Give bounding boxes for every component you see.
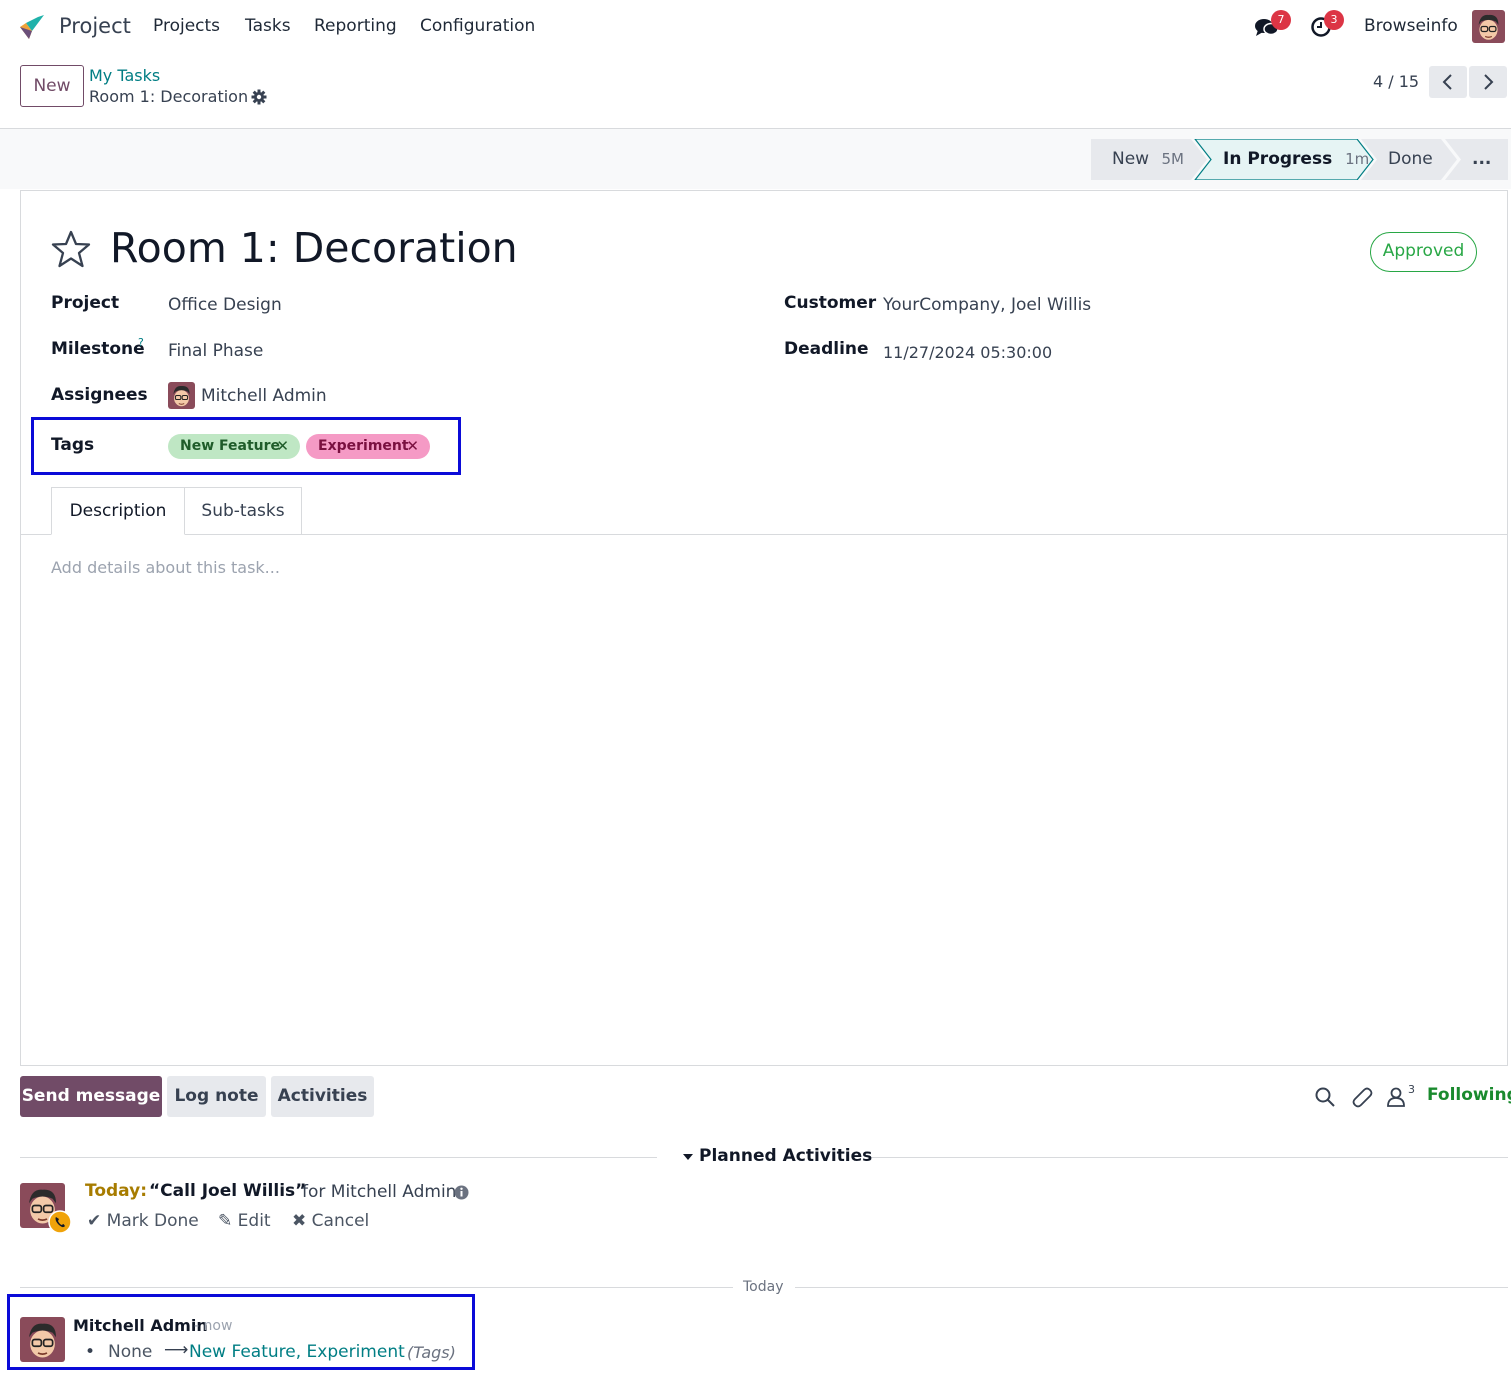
activities-badge: 3 [1324,10,1344,30]
stage-in-progress[interactable]: In Progress 1m [1223,139,1369,180]
search-icon[interactable] [1314,1086,1336,1108]
edit-label: Edit [237,1211,271,1231]
send-message-button[interactable]: Send message [20,1076,162,1117]
milestone-field[interactable]: Final Phase [168,341,263,361]
breadcrumb-my-tasks[interactable]: My Tasks [89,66,160,85]
log-note-button[interactable]: Log note [167,1076,266,1117]
app-title[interactable]: Project [59,14,131,38]
mark-done-button[interactable]: ✔ Mark Done [87,1211,199,1231]
assignees-label: Assignees [51,385,148,405]
close-icon: ✖ [292,1211,307,1231]
planned-activities-header[interactable]: Planned Activities [699,1146,872,1166]
milestone-label: Milestone [51,339,145,359]
cancel-activity-button[interactable]: ✖ Cancel [292,1211,369,1231]
followers-count: 3 [1408,1083,1415,1096]
cancel-label: Cancel [311,1211,370,1231]
assignee-avatar [168,382,195,409]
user-avatar[interactable] [1472,10,1505,43]
phone-icon [48,1210,72,1234]
new-record-button[interactable]: New [20,65,84,107]
project-field[interactable]: Office Design [168,295,282,315]
task-title[interactable]: Room 1: Decoration [110,224,518,272]
info-icon[interactable] [454,1185,469,1200]
activity-assignee: for Mitchell Admin [302,1182,457,1202]
control-panel: New My Tasks Room 1: Decoration 4 / 15 [0,54,1511,129]
chevron-right-icon [1484,74,1494,90]
tabs-divider [21,534,1507,535]
following-button[interactable]: Following [1427,1085,1511,1105]
assignee-name[interactable]: Mitchell Admin [201,386,327,406]
pager-value[interactable]: 4 / 15 [1373,72,1419,91]
description-editor[interactable]: Add details about this task... [51,558,280,577]
messages-badge: 7 [1271,10,1291,30]
date-separator-right [795,1287,1508,1288]
pencil-icon: ✎ [218,1211,233,1231]
stage-done[interactable]: Done [1388,139,1433,180]
menu-configuration[interactable]: Configuration [420,16,535,36]
menu-reporting[interactable]: Reporting [314,16,397,36]
customer-label: Customer [784,293,877,313]
activities-button[interactable]: Activities [271,1076,374,1117]
tab-description[interactable]: Description [51,487,185,535]
gear-icon[interactable] [251,89,267,105]
paperclip-icon[interactable] [1350,1085,1374,1109]
stage-more-button[interactable]: ... [1472,139,1491,180]
tags-highlight-box [31,417,461,475]
milestone-help-icon[interactable]: ? [138,336,144,349]
date-separator: Today [743,1279,784,1295]
activity-due-label: Today: [85,1181,148,1201]
check-icon: ✔ [87,1211,102,1231]
menu-tasks[interactable]: Tasks [245,16,291,36]
pager-previous-button[interactable] [1429,66,1467,98]
mark-done-label: Mark Done [106,1211,199,1231]
stage-in-progress-label: In Progress [1223,149,1333,169]
project-app-icon[interactable] [18,13,48,41]
stage-new[interactable]: New 5M [1112,139,1184,180]
planned-separator-left [20,1157,657,1158]
stage-new-time: 5M [1161,150,1185,168]
pager-next-button[interactable] [1469,66,1507,98]
message-highlight-box [7,1294,475,1370]
activity-summary: “Call Joel Willis” [149,1181,307,1201]
stage-new-label: New [1112,149,1150,169]
stage-in-progress-time: 1m [1345,150,1370,168]
project-label: Project [51,293,120,313]
customer-field[interactable]: YourCompany, Joel Willis [883,295,1091,315]
tab-sub-tasks[interactable]: Sub-tasks [185,487,302,534]
approved-state-badge[interactable]: Approved [1370,232,1477,272]
breadcrumb-current: Room 1: Decoration [89,87,249,106]
edit-activity-button[interactable]: ✎ Edit [218,1211,271,1231]
star-icon[interactable] [51,229,91,269]
top-navbar: Project Projects Tasks Reporting Configu… [0,0,1511,54]
task-form-sheet: Room 1: Decoration Approved Project Offi… [20,190,1508,1066]
deadline-field[interactable]: 11/27/2024 05:30:00 [883,343,1052,362]
chevron-left-icon [1442,74,1452,90]
planned-separator-right [871,1157,1508,1158]
caret-down-icon[interactable] [682,1152,694,1162]
date-separator-left [20,1287,733,1288]
menu-projects[interactable]: Projects [153,16,220,36]
deadline-label: Deadline [784,339,869,359]
followers-icon[interactable] [1386,1086,1406,1108]
company-switcher[interactable]: Browseinfo [1364,16,1458,36]
